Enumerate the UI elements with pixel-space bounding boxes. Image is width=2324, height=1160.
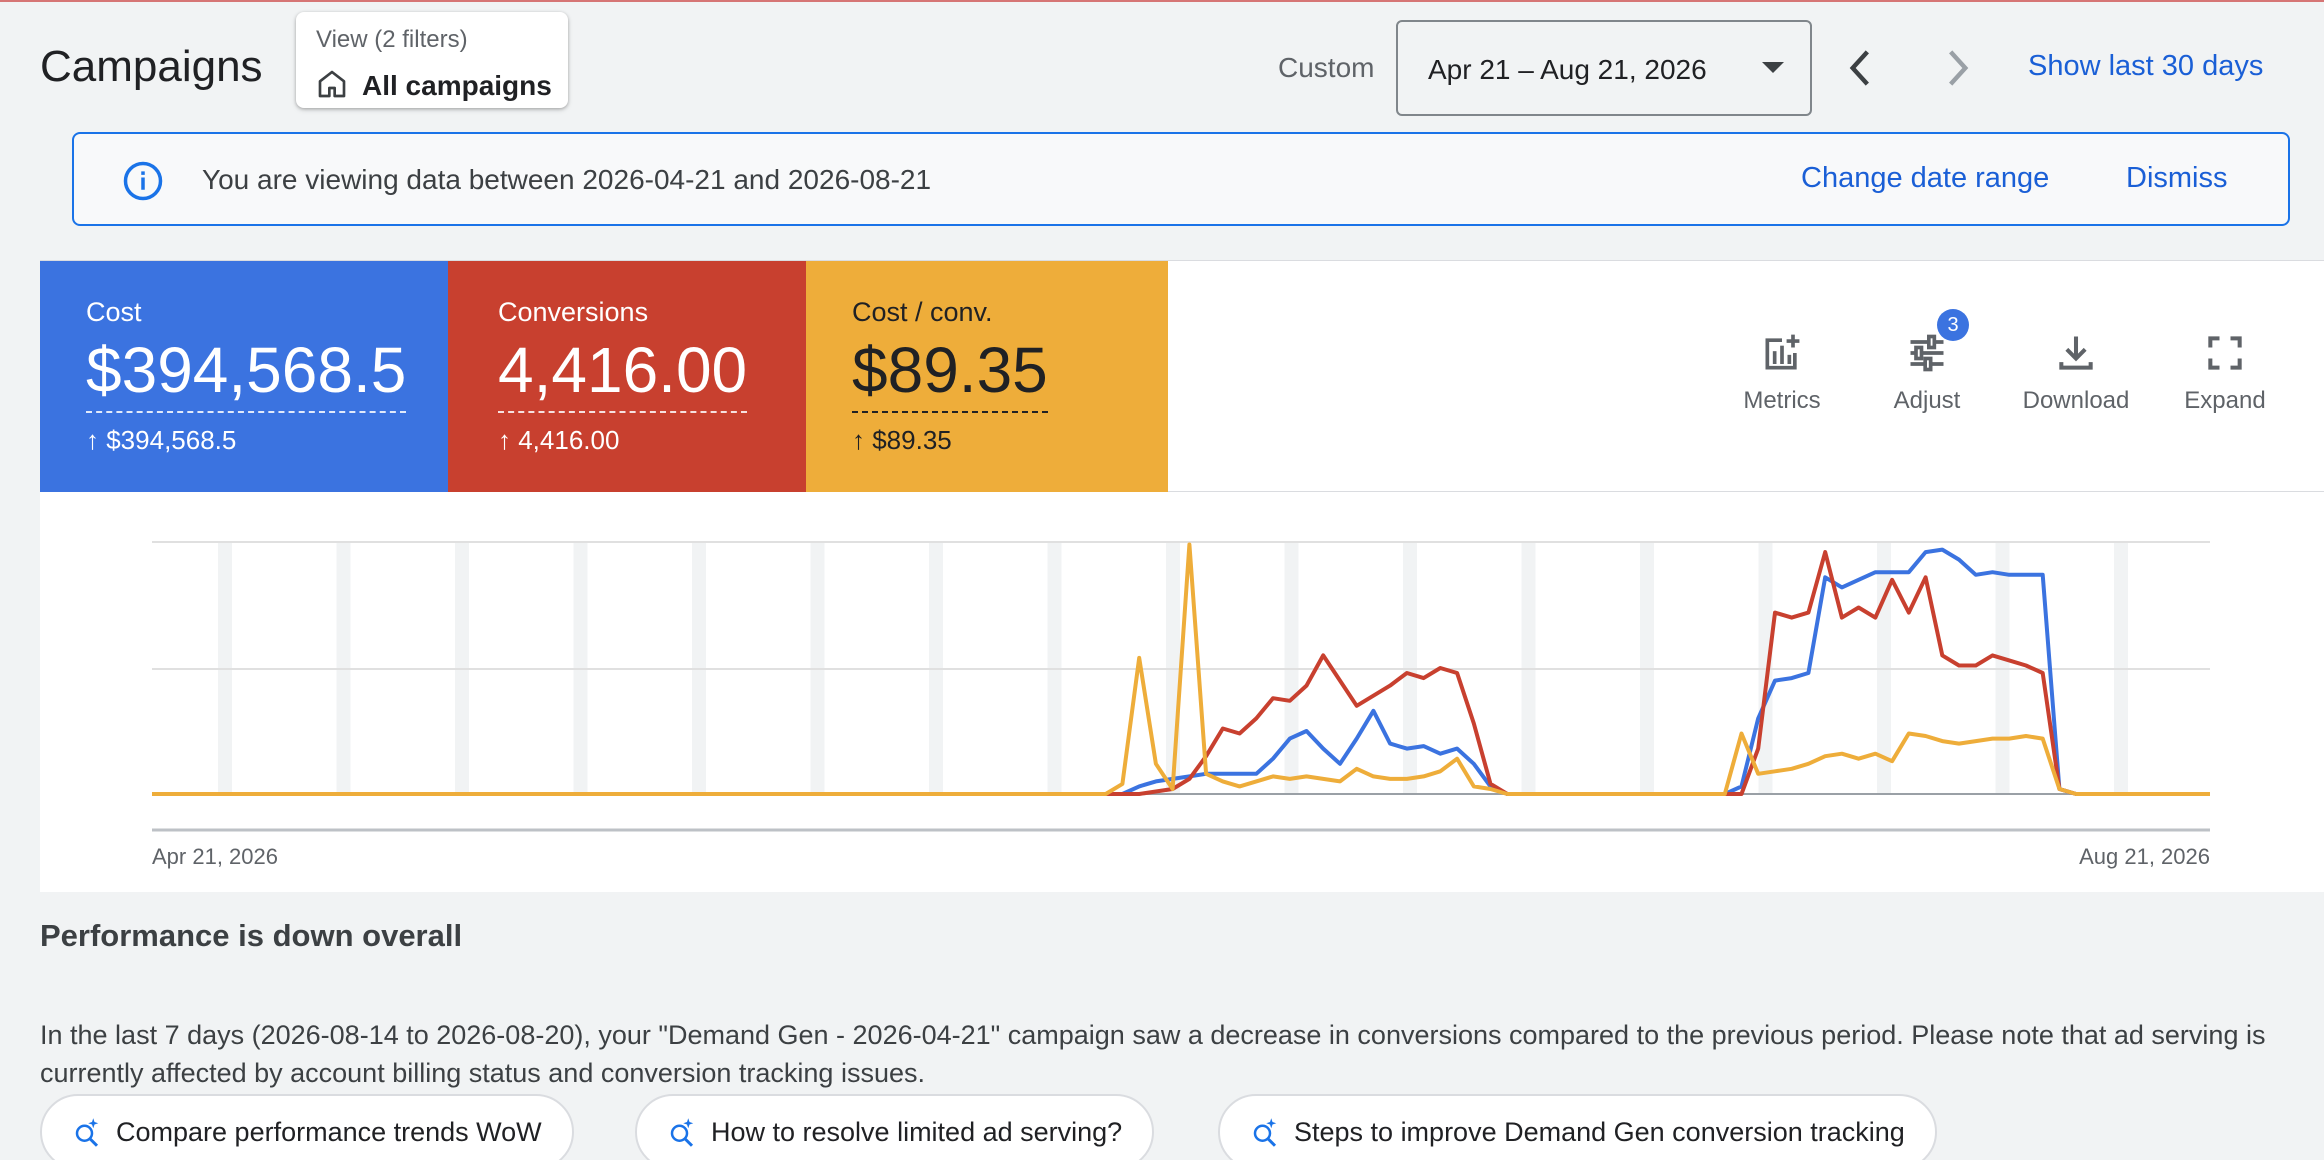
chart-svg: Apr 21, 2026 Aug 21, 2026 — [152, 541, 2210, 869]
suggestion-chip-label: Compare performance trends WoW — [116, 1116, 542, 1147]
view-name: All campaigns — [362, 70, 552, 101]
chevron-right-icon[interactable] — [1940, 46, 1976, 90]
suggestion-chip[interactable]: Steps to improve Demand Gen conversion t… — [1218, 1094, 1937, 1160]
adjust-button[interactable]: 3 Adjust — [1857, 309, 1997, 441]
caret-down-icon — [1762, 62, 1784, 73]
chevron-left-icon[interactable] — [1842, 46, 1878, 90]
sparkle-search-icon — [670, 1118, 694, 1147]
date-range-select[interactable]: Apr 21 – Aug 21, 2026 — [1396, 20, 1812, 116]
date-mode-label: Custom — [1278, 52, 1375, 83]
view-filter-count: View (2 filters) — [316, 26, 468, 53]
scorecard-delta: ↑ $394,568.5 — [86, 425, 237, 455]
scorecard-row: Cost $394,568.5 ↑ $394,568.5 Conversions… — [40, 260, 2324, 493]
date-range-value: Apr 21 – Aug 21, 2026 — [1428, 54, 1707, 85]
download-icon — [2059, 336, 2093, 370]
insight-title: Performance is down overall — [40, 918, 463, 953]
expand-label: Expand — [2184, 387, 2266, 414]
info-icon — [123, 161, 163, 201]
x-axis-start-label: Apr 21, 2026 — [152, 844, 278, 869]
view-selector[interactable]: View (2 filters) All campaigns — [296, 12, 568, 108]
sparkle-search-icon — [75, 1118, 99, 1147]
x-axis-end-label: Aug 21, 2026 — [2079, 844, 2210, 869]
suggestion-chip-label: Steps to improve Demand Gen conversion t… — [1294, 1116, 1905, 1147]
show-last-30-days-button[interactable]: Show last 30 days — [2028, 50, 2263, 83]
home-icon — [318, 70, 346, 98]
page-title: Campaigns — [40, 42, 263, 91]
scorecard-value: $89.35 — [852, 333, 1048, 413]
scorecard-cost-per-conv[interactable]: Cost / conv. $89.35 ↑ $89.35 — [806, 261, 1168, 493]
adjust-badge: 3 — [1937, 309, 1969, 341]
download-label: Download — [2022, 387, 2130, 414]
change-date-range-button[interactable]: Change date range — [1801, 162, 2049, 195]
dismiss-button[interactable]: Dismiss — [2126, 162, 2228, 195]
banner-message: You are viewing data between 2026-04-21 … — [202, 164, 932, 195]
scorecard-value: 4,416.00 — [498, 333, 748, 413]
scorecard-delta: ↑ 4,416.00 — [498, 425, 620, 455]
performance-chart: Apr 21, 2026 Aug 21, 2026 — [40, 492, 2324, 892]
metrics-label: Metrics — [1743, 387, 1821, 414]
scorecard-label: Cost / conv. — [852, 297, 993, 327]
top-rule — [0, 0, 2324, 2]
expand-button[interactable]: Expand — [2155, 331, 2295, 441]
scorecard-conversions[interactable]: Conversions 4,416.00 ↑ 4,416.00 — [448, 261, 806, 493]
download-button[interactable]: Download — [2006, 331, 2146, 441]
sparkle-search-icon — [1253, 1118, 1277, 1147]
date-range-banner: You are viewing data between 2026-04-21 … — [72, 132, 2290, 226]
fullscreen-icon — [2208, 336, 2242, 370]
metrics-button[interactable]: Metrics — [1712, 331, 1852, 441]
suggestion-chip[interactable]: How to resolve limited ad serving? — [635, 1094, 1155, 1160]
scorecard-delta: ↑ $89.35 — [852, 425, 952, 455]
add-chart-icon — [1765, 334, 1800, 370]
scorecard-label: Conversions — [498, 297, 649, 327]
suggestion-chip-label: How to resolve limited ad serving? — [711, 1116, 1123, 1147]
scorecard-cost[interactable]: Cost $394,568.5 ↑ $394,568.5 — [40, 261, 448, 493]
insight-body: In the last 7 days (2026-08-14 to 2026-0… — [40, 1020, 2266, 1088]
scorecard-label: Cost — [86, 297, 142, 327]
scorecard-value: $394,568.5 — [86, 333, 407, 413]
suggestion-chip[interactable]: Compare performance trends WoW — [40, 1094, 574, 1160]
adjust-label: Adjust — [1893, 387, 1961, 414]
